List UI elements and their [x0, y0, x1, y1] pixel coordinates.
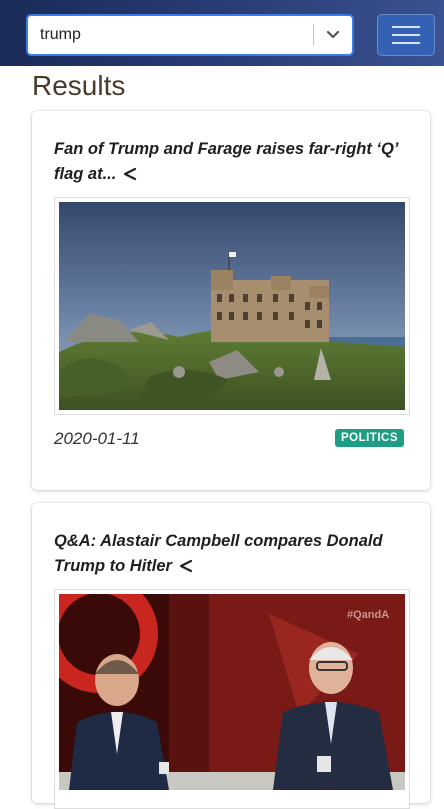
result-title[interactable]: Q&A: Alastair Campbell compares Donald T… — [54, 529, 409, 581]
result-image[interactable]: #QandA — [54, 589, 410, 809]
result-title-text[interactable]: Fan of Trump and Farage raises far-right… — [54, 140, 398, 183]
result-date: 2020-01-11 — [54, 429, 140, 448]
castle-on-coastal-hill-photo — [59, 202, 405, 410]
watermark-text: #QandA — [347, 609, 389, 621]
category-badge[interactable]: POLITICS — [334, 429, 404, 447]
result-title-text[interactable]: Q&A: Alastair Campbell compares Donald T… — [54, 532, 383, 575]
search-input[interactable] — [28, 17, 313, 53]
result-card[interactable]: Q&A: Alastair Campbell compares Donald T… — [32, 503, 430, 809]
result-card[interactable]: Fan of Trump and Farage raises far-right… — [32, 111, 430, 490]
chevron-down-icon — [326, 30, 340, 39]
share-icon[interactable] — [178, 556, 194, 581]
menu-toggle-button[interactable] — [377, 14, 435, 56]
hamburger-icon — [392, 26, 420, 44]
top-navbar — [0, 0, 444, 66]
result-title[interactable]: Fan of Trump and Farage raises far-right… — [54, 137, 409, 189]
result-image[interactable] — [54, 197, 410, 415]
results-heading: Results — [32, 70, 126, 101]
share-icon[interactable] — [122, 164, 138, 189]
tv-panel-discussion-photo: #QandA — [59, 594, 405, 790]
dropdown-toggle-button[interactable] — [314, 17, 352, 53]
search-combobox[interactable] — [26, 14, 354, 56]
